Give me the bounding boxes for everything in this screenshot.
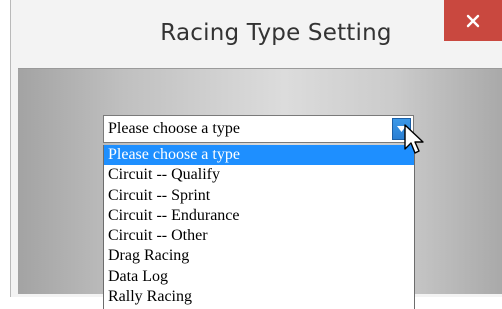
dropdown-option[interactable]: Rally Racing [104, 287, 414, 307]
racing-type-select[interactable]: Please choose a type [103, 115, 414, 143]
dialog-window: Racing Type Setting Please choose a type… [0, 0, 502, 309]
dialog-title: Racing Type Setting [160, 20, 392, 46]
dropdown-option[interactable]: Circuit -- Qualify [104, 165, 414, 185]
dropdown-arrow-button[interactable] [392, 118, 411, 140]
dropdown-option[interactable]: Circuit -- Sprint [104, 186, 414, 206]
dropdown-option[interactable]: Please choose a type [104, 145, 414, 166]
dropdown-option[interactable]: Circuit -- Endurance [104, 206, 414, 226]
close-icon [466, 14, 480, 27]
dropdown-option[interactable]: Drag Racing [104, 246, 414, 266]
dropdown-option[interactable]: Circuit -- Other [104, 226, 414, 246]
close-button[interactable] [444, 0, 502, 41]
dropdown-list: Please choose a type Circuit -- Qualify … [103, 145, 415, 309]
chevron-down-icon [397, 126, 406, 132]
select-current-value: Please choose a type [108, 120, 240, 137]
dropdown-option[interactable]: Data Log [104, 267, 414, 287]
